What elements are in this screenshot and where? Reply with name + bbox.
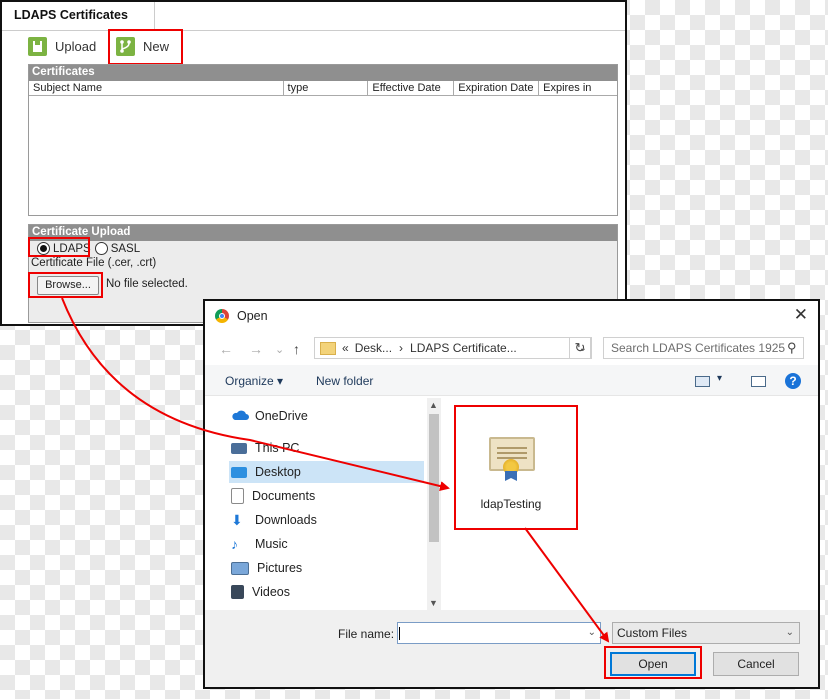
- file-type-filter[interactable]: Custom Files ⌄: [612, 622, 800, 644]
- pictures-icon: [231, 561, 249, 575]
- nav-label-pictures: Pictures: [257, 561, 303, 575]
- radio-sasl-label: SASL: [110, 242, 141, 255]
- nav-item-this-pc[interactable]: This PC: [231, 437, 424, 459]
- nav-item-music[interactable]: ♪ Music: [231, 533, 424, 555]
- search-icon[interactable]: ⚲: [787, 340, 813, 356]
- radio-sasl[interactable]: [94, 242, 108, 255]
- new-folder-button[interactable]: New folder: [316, 374, 373, 388]
- file-name-label: ldapTesting: [480, 497, 542, 511]
- desktop-icon: [231, 466, 247, 478]
- upload-label: Upload: [55, 39, 97, 54]
- filter-dropdown-icon: ⌄: [785, 627, 794, 638]
- toolbar-divider: [2, 30, 625, 31]
- nav-item-downloads[interactable]: ⬇ Downloads: [231, 509, 424, 531]
- no-file-selected-text: No file selected.: [106, 278, 188, 290]
- certificates-table-header: Subject Name type Effective Date Expirat…: [29, 81, 617, 96]
- preview-pane-icon[interactable]: [751, 376, 766, 387]
- music-icon: ♪: [231, 536, 238, 552]
- column-effective-date[interactable]: Effective Date: [368, 81, 455, 95]
- column-subject-name[interactable]: Subject Name: [29, 81, 284, 95]
- nav-label-desktop: Desktop: [255, 465, 301, 479]
- tab-separator: [154, 2, 155, 30]
- cancel-button[interactable]: Cancel: [713, 652, 799, 676]
- protocol-radio-group: LDAPS SASL: [31, 242, 140, 255]
- file-name-field-label: File name:: [338, 627, 395, 641]
- save-icon: [28, 37, 47, 56]
- certificate-ribbon: [505, 471, 517, 481]
- command-bar: Organize ▾ New folder ▾ ?: [205, 365, 818, 396]
- certificate-file-label: Certificate File (.cer, .crt): [31, 257, 157, 269]
- scrollbar-thumb[interactable]: [429, 414, 439, 542]
- nav-item-desktop[interactable]: Desktop: [229, 461, 424, 483]
- new-label: New: [143, 39, 170, 54]
- file-type-value: Custom Files: [617, 626, 688, 640]
- open-file-dialog: Open ✕ ← → ⌄ ↑ « Desk... › LDAPS Certifi…: [203, 299, 820, 689]
- close-icon[interactable]: ✕: [794, 305, 808, 325]
- documents-icon: [231, 488, 244, 504]
- dialog-title: Open: [237, 309, 268, 323]
- address-segment-ldaps[interactable]: LDAPS Certificate...: [410, 341, 517, 355]
- scroll-down-icon[interactable]: ▼: [429, 598, 438, 608]
- ldaps-certificates-window: LDAPS Certificates Upload New Certificat…: [0, 0, 627, 326]
- nav-label-this-pc: This PC: [255, 441, 300, 455]
- forward-arrow-icon[interactable]: →: [249, 341, 263, 357]
- nav-label-videos: Videos: [252, 585, 290, 599]
- onedrive-icon: [231, 409, 249, 423]
- certificates-panel-header: Certificates: [29, 65, 617, 81]
- tab-ldaps-certificates[interactable]: LDAPS Certificates: [14, 8, 128, 22]
- certificate-upload-header: Certificate Upload: [29, 225, 617, 241]
- view-dropdown-icon[interactable]: ▾: [717, 373, 722, 384]
- organize-button[interactable]: Organize ▾: [225, 374, 283, 388]
- column-expiration-date[interactable]: Expiration Date: [454, 81, 540, 95]
- dialog-title-bar: Open: [215, 309, 268, 323]
- scroll-up-icon[interactable]: ▲: [429, 400, 438, 410]
- address-bar[interactable]: « Desk... › LDAPS Certificate... ⌄: [314, 337, 592, 359]
- navigation-pane: OneDrive This PC Desktop Documents ⬇ Dow…: [205, 398, 443, 610]
- certificates-panel: Certificates Subject Name type Effective…: [28, 64, 618, 216]
- address-prefix: «: [342, 341, 349, 355]
- open-button[interactable]: Open: [610, 652, 696, 676]
- view-options-icon[interactable]: [695, 376, 710, 387]
- organize-label: Organize: [225, 374, 274, 388]
- folder-icon: [320, 341, 336, 355]
- refresh-icon[interactable]: ↻: [569, 337, 591, 359]
- file-name-input[interactable]: ⌄: [397, 622, 601, 644]
- nav-label-documents: Documents: [252, 489, 316, 503]
- address-separator: ›: [399, 341, 404, 355]
- address-segment-desktop[interactable]: Desk...: [355, 341, 392, 355]
- nav-label-music: Music: [255, 537, 288, 551]
- new-button[interactable]: New: [116, 37, 169, 56]
- nav-label-downloads: Downloads: [255, 513, 317, 527]
- up-arrow-icon[interactable]: ↑: [293, 341, 300, 357]
- file-item[interactable]: ldapTesting: [463, 413, 559, 515]
- radio-ldaps[interactable]: [37, 242, 50, 255]
- navigation-scrollbar[interactable]: ▲ ▼: [427, 398, 441, 611]
- column-expires-in[interactable]: Expires in: [539, 81, 617, 95]
- videos-icon: [231, 585, 244, 599]
- file-name-dropdown-icon[interactable]: ⌄: [588, 627, 596, 638]
- branch-icon: [116, 37, 135, 56]
- dialog-footer: File name: ⌄ Custom Files ⌄ Open Cancel: [205, 610, 818, 687]
- nav-item-pictures[interactable]: Pictures: [231, 557, 424, 579]
- downloads-icon: ⬇: [231, 512, 243, 528]
- nav-label-onedrive: OneDrive: [255, 409, 308, 423]
- nav-item-onedrive[interactable]: OneDrive: [231, 405, 424, 427]
- column-type[interactable]: type: [284, 81, 369, 95]
- upload-button[interactable]: Upload: [28, 37, 96, 56]
- chrome-icon: [215, 309, 229, 323]
- radio-ldaps-label: LDAPS: [53, 242, 91, 255]
- browse-button[interactable]: Browse...: [37, 276, 99, 295]
- pc-icon: [231, 442, 247, 454]
- search-input[interactable]: Search LDAPS Certificates 1925: [603, 337, 804, 359]
- nav-item-videos[interactable]: Videos: [231, 581, 424, 603]
- recent-locations-icon[interactable]: ⌄: [275, 343, 284, 356]
- nav-item-documents[interactable]: Documents: [231, 485, 424, 507]
- help-icon[interactable]: ?: [785, 373, 801, 389]
- back-arrow-icon[interactable]: ←: [219, 341, 233, 357]
- text-caret: [399, 627, 400, 640]
